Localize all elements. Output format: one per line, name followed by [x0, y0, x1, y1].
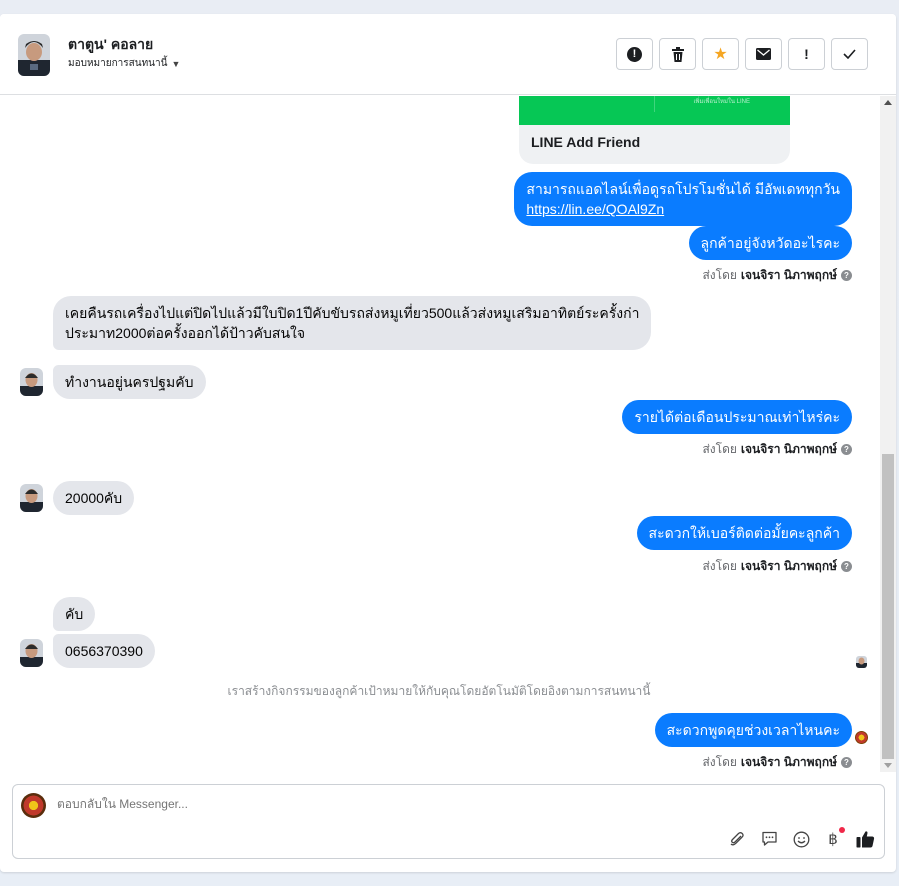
customer-avatar-small: [20, 639, 43, 667]
sent-by-label: ส่งโดย เจนจิรา นิภาพฤกษ์ ?: [702, 266, 852, 285]
emoji-button[interactable]: [792, 830, 810, 848]
sent-by-prefix: ส่งโดย: [702, 755, 737, 769]
message-incoming: ทำงานอยู่นครปฐมคับ: [53, 365, 206, 399]
sent-by-agent: เจนจิรา นิภาพฤกษ์: [740, 755, 837, 769]
message-outgoing: สามารถแอดไลน์เพื่อดูรถโปรโมชั่นได้ มีอัพ…: [514, 172, 852, 226]
mark-unread-button[interactable]: [745, 38, 782, 70]
line-card-fine-print: เพิ่มเพื่อนใหม่ใน LINE: [693, 99, 750, 105]
customer-avatar-small: [20, 368, 43, 396]
alert-circle-icon: !: [627, 46, 642, 62]
trash-icon: [671, 46, 685, 62]
notification-dot: [839, 827, 845, 833]
spam-button[interactable]: !: [616, 38, 653, 70]
help-icon[interactable]: ?: [841, 270, 852, 281]
message-outgoing: รายได้ต่อเดือนประมาณเท่าไหร่คะ: [622, 400, 852, 434]
header-actions: ! ★ !: [616, 38, 868, 70]
envelope-icon: [756, 48, 771, 60]
message-outgoing: ลูกค้าอยู่จังหวัดอะไรคะ: [688, 226, 852, 260]
message-outgoing: สะดวกให้เบอร์ติดต่อมั้ยคะลูกค้า: [636, 516, 852, 550]
seen-indicator-avatar: [856, 656, 867, 668]
message-text: สามารถแอดไลน์เพื่อดูรถโปรโมชั่นได้ มีอัพ…: [526, 181, 840, 197]
message-incoming: 20000คับ: [53, 481, 135, 515]
message-incoming: 0656370390: [53, 634, 155, 668]
reply-input[interactable]: [57, 797, 657, 811]
sent-by-label: ส่งโดย เจนจิรา นิภาพฤกษ์ ?: [702, 557, 852, 576]
scroll-up-arrow-icon[interactable]: [884, 100, 892, 105]
sent-by-agent: เจนจิรา นิภาพฤกษ์: [740, 268, 837, 282]
scroll-down-arrow-icon[interactable]: [884, 763, 892, 768]
customer-avatar-small: [20, 484, 43, 512]
customer-avatar[interactable]: [18, 34, 50, 76]
message-text: ประมาท2000ต่อครั้งออกได้ป้าวคับสนใจ: [65, 325, 306, 341]
message-incoming: คับ: [53, 597, 96, 631]
caret-down-icon: ▼: [171, 58, 181, 69]
line-card-banner: เพิ่มเพื่อนใหม่ใน LINE: [519, 96, 790, 125]
star-button[interactable]: ★: [702, 38, 739, 70]
speech-bubble-icon: [761, 831, 778, 847]
star-icon: ★: [713, 46, 728, 63]
conversation-panel: ตาตูน' คอลาย มอบหมายการสนทนานี้ ▼ ! ★ ! …: [0, 14, 896, 872]
scroll-thumb[interactable]: [882, 454, 894, 759]
help-icon[interactable]: ?: [841, 757, 852, 768]
sent-by-agent: เจนจิรา นิภาพฤกษ์: [740, 559, 837, 573]
check-icon: [843, 49, 856, 59]
page-logo-avatar: [21, 793, 46, 818]
sent-by-prefix: ส่งโดย: [702, 268, 737, 282]
line-add-friend-card[interactable]: เพิ่มเพื่อนใหม่ใน LINE LINE Add Friend: [519, 96, 790, 164]
message-thread[interactable]: เพิ่มเพื่อนใหม่ใน LINE LINE Add Friend ส…: [0, 96, 878, 772]
message-link[interactable]: https://lin.ee/QOAl9Zn: [526, 199, 840, 219]
message-outgoing: สะดวกพูดคุยช่วงเวลาไหนคะ: [654, 713, 852, 747]
reply-composer: ฿: [12, 784, 885, 859]
paperclip-icon: [729, 831, 746, 848]
delete-button[interactable]: [659, 38, 696, 70]
exclamation-icon: !: [804, 46, 809, 62]
follow-up-button[interactable]: !: [788, 38, 825, 70]
assign-conversation-dropdown[interactable]: มอบหมายการสนทนานี้ ▼: [68, 56, 180, 71]
baht-icon: ฿: [828, 831, 838, 848]
like-button[interactable]: [856, 830, 874, 848]
sent-by-label: ส่งโดย เจนจิรา นิภาพฤกษ์ ?: [702, 753, 852, 772]
message-incoming: เคยคืนรถเครื่องไปแต่ปิดไปแล้วมีใบปิด1ปีค…: [53, 296, 652, 350]
help-icon[interactable]: ?: [841, 444, 852, 455]
line-card-title: LINE Add Friend: [531, 134, 641, 150]
assign-label: มอบหมายการสนทนานี้: [68, 58, 168, 69]
system-note: เราสร้างกิจกรรมของลูกค้าเป้าหมายให้กับคุ…: [227, 684, 651, 698]
help-icon[interactable]: ?: [841, 561, 852, 572]
customer-name: ตาตูน' คอลาย: [68, 36, 154, 52]
sent-by-label: ส่งโดย เจนจิรา นิภาพฤกษ์ ?: [702, 440, 852, 459]
composer-tools: ฿: [728, 827, 874, 848]
thumbs-up-icon: [856, 830, 875, 848]
done-button[interactable]: [831, 38, 868, 70]
sent-by-prefix: ส่งโดย: [702, 559, 737, 573]
conversation-header: ตาตูน' คอลาย มอบหมายการสนทนานี้ ▼ ! ★ !: [0, 14, 896, 95]
smiley-icon: [793, 831, 810, 848]
saved-replies-button[interactable]: [760, 830, 778, 848]
attachment-button[interactable]: [728, 830, 746, 848]
sent-by-prefix: ส่งโดย: [702, 442, 737, 456]
payment-button[interactable]: ฿: [824, 827, 845, 848]
sent-by-agent: เจนจิรา นิภาพฤกษ์: [740, 442, 837, 456]
seen-indicator-page-logo: [855, 731, 868, 744]
message-text: เคยคืนรถเครื่องไปแต่ปิดไปแล้วมีใบปิด1ปีค…: [65, 305, 640, 321]
message-scrollbar[interactable]: [880, 96, 896, 772]
